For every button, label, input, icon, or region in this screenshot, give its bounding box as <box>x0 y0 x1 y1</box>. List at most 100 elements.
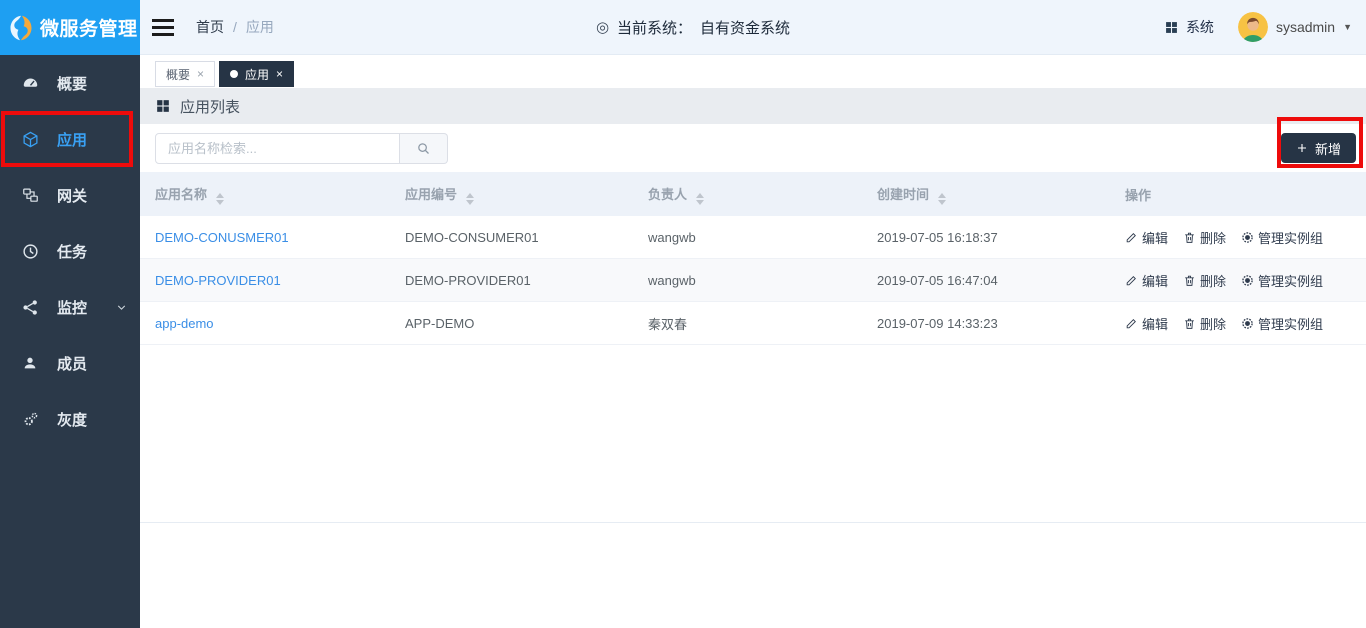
app-owner: 秦双春 <box>648 317 687 332</box>
sidebar-item-label: 概要 <box>57 73 87 94</box>
search-group <box>155 133 448 164</box>
manage-instances-button[interactable]: 管理实例组 <box>1241 314 1323 333</box>
sort-icon[interactable] <box>938 193 946 205</box>
breadcrumb-separator: / <box>233 19 237 35</box>
manage-instances-button[interactable]: 管理实例组 <box>1241 271 1323 290</box>
app-created: 2019-07-09 14:33:23 <box>877 316 998 331</box>
hamburger-menu-icon[interactable] <box>150 11 176 44</box>
sidebar: 微服务管理 概要 应用 网关 任务 <box>0 0 140 628</box>
sidebar-item-label: 监控 <box>57 297 87 318</box>
edit-button[interactable]: 编辑 <box>1125 228 1168 247</box>
manage-label: 管理实例组 <box>1258 314 1323 333</box>
chevron-down-icon <box>115 301 128 314</box>
section-title: 应用列表 <box>180 96 240 117</box>
edit-button[interactable]: 编辑 <box>1125 314 1168 333</box>
tab-label: 应用 <box>245 66 269 83</box>
sidebar-item-app[interactable]: 应用 <box>0 111 140 167</box>
app-title: 微服务管理 <box>40 14 138 41</box>
app-created: 2019-07-05 16:18:37 <box>877 230 998 245</box>
manage-instances-button[interactable]: 管理实例组 <box>1241 228 1323 247</box>
tab-label: 概要 <box>166 66 190 83</box>
tab-app[interactable]: 应用 × <box>219 61 294 87</box>
sidebar-item-overview[interactable]: 概要 <box>0 55 140 111</box>
logo-swirl-icon <box>7 14 35 42</box>
column-header-owner[interactable]: 负责人 <box>633 184 862 205</box>
edit-button[interactable]: 编辑 <box>1125 271 1168 290</box>
search-button[interactable] <box>400 133 448 164</box>
sidebar-item-label: 成员 <box>57 353 87 374</box>
app-name-link[interactable]: app-demo <box>155 316 214 331</box>
app-code: DEMO-CONSUMER01 <box>405 230 539 245</box>
sort-icon[interactable] <box>466 193 474 205</box>
column-header-created[interactable]: 创建时间 <box>862 184 1110 205</box>
sidebar-menu: 概要 应用 网关 任务 监控 <box>0 55 140 447</box>
sidebar-item-grayscale[interactable]: 灰度 <box>0 391 140 447</box>
delete-label: 删除 <box>1200 228 1226 247</box>
system-menu-label: 系统 <box>1186 17 1214 37</box>
plus-icon <box>1296 142 1308 154</box>
sort-icon[interactable] <box>216 193 224 205</box>
delete-button[interactable]: 删除 <box>1183 271 1226 290</box>
avatar <box>1238 12 1268 42</box>
table-row: app-demo APP-DEMO 秦双春 2019-07-09 14:33:2… <box>140 302 1366 345</box>
breadcrumb-home[interactable]: 首页 <box>196 17 224 37</box>
search-input[interactable] <box>155 133 400 164</box>
grid-icon <box>1165 21 1178 34</box>
active-dot-icon <box>230 70 238 78</box>
app-logo[interactable]: 微服务管理 <box>0 0 140 55</box>
delete-label: 删除 <box>1200 314 1226 333</box>
sidebar-item-gateway[interactable]: 网关 <box>0 167 140 223</box>
monitor-icon <box>21 298 39 316</box>
column-label: 操作 <box>1125 188 1151 203</box>
username: sysadmin <box>1276 19 1335 35</box>
user-menu[interactable]: sysadmin ▼ <box>1238 12 1352 42</box>
card-bottom-divider <box>140 345 1366 523</box>
list-grid-icon <box>156 99 170 113</box>
dashboard-icon <box>21 74 39 92</box>
sidebar-item-tasks[interactable]: 任务 <box>0 223 140 279</box>
caret-down-icon: ▼ <box>1343 22 1352 32</box>
member-icon <box>21 354 39 372</box>
current-system-indicator: ◎ 当前系统：自有资金系统 <box>140 17 1246 38</box>
topbar-right: 系统 sysadmin ▼ <box>1165 12 1352 42</box>
app-code: DEMO-PROVIDER01 <box>405 273 531 288</box>
column-label: 创建时间 <box>877 187 929 202</box>
add-button-label: 新增 <box>1315 139 1341 158</box>
sidebar-item-members[interactable]: 成员 <box>0 335 140 391</box>
delete-button[interactable]: 删除 <box>1183 314 1226 333</box>
sidebar-item-label: 应用 <box>57 129 87 150</box>
manage-label: 管理实例组 <box>1258 228 1323 247</box>
system-menu[interactable]: 系统 <box>1165 17 1214 37</box>
current-system-value: 自有资金系统 <box>700 17 790 38</box>
close-icon[interactable]: × <box>276 68 283 80</box>
table-row: DEMO-PROVIDER01 DEMO-PROVIDER01 wangwb 2… <box>140 259 1366 302</box>
app-table: 应用名称 应用编号 负责人 创建时间 操作 DEMO-CONUSMER01 DE… <box>140 172 1366 523</box>
main-content: 概要 × 应用 × 应用列表 新增 <box>140 55 1366 628</box>
add-button[interactable]: 新增 <box>1281 133 1356 163</box>
eye-icon: ◎ <box>596 18 609 36</box>
column-header-code[interactable]: 应用编号 <box>390 184 633 205</box>
cube-icon <box>21 130 39 148</box>
column-header-name[interactable]: 应用名称 <box>140 184 390 205</box>
delete-label: 删除 <box>1200 271 1226 290</box>
app-name-link[interactable]: DEMO-PROVIDER01 <box>155 273 281 288</box>
sidebar-item-monitor[interactable]: 监控 <box>0 279 140 335</box>
app-name-link[interactable]: DEMO-CONUSMER01 <box>155 230 289 245</box>
close-icon[interactable]: × <box>197 68 204 80</box>
edit-label: 编辑 <box>1142 314 1168 333</box>
toolbar: 新增 <box>140 124 1366 172</box>
column-label: 应用编号 <box>405 187 457 202</box>
app-owner: wangwb <box>648 273 696 288</box>
search-icon <box>416 141 431 156</box>
section-header: 应用列表 <box>140 88 1366 124</box>
edit-label: 编辑 <box>1142 271 1168 290</box>
tab-bar: 概要 × 应用 × <box>140 55 1366 88</box>
column-label: 应用名称 <box>155 187 207 202</box>
app-code: APP-DEMO <box>405 316 474 331</box>
tab-overview[interactable]: 概要 × <box>155 61 215 87</box>
manage-label: 管理实例组 <box>1258 271 1323 290</box>
edit-label: 编辑 <box>1142 228 1168 247</box>
delete-button[interactable]: 删除 <box>1183 228 1226 247</box>
sidebar-item-label: 任务 <box>57 241 87 262</box>
sort-icon[interactable] <box>696 193 704 205</box>
